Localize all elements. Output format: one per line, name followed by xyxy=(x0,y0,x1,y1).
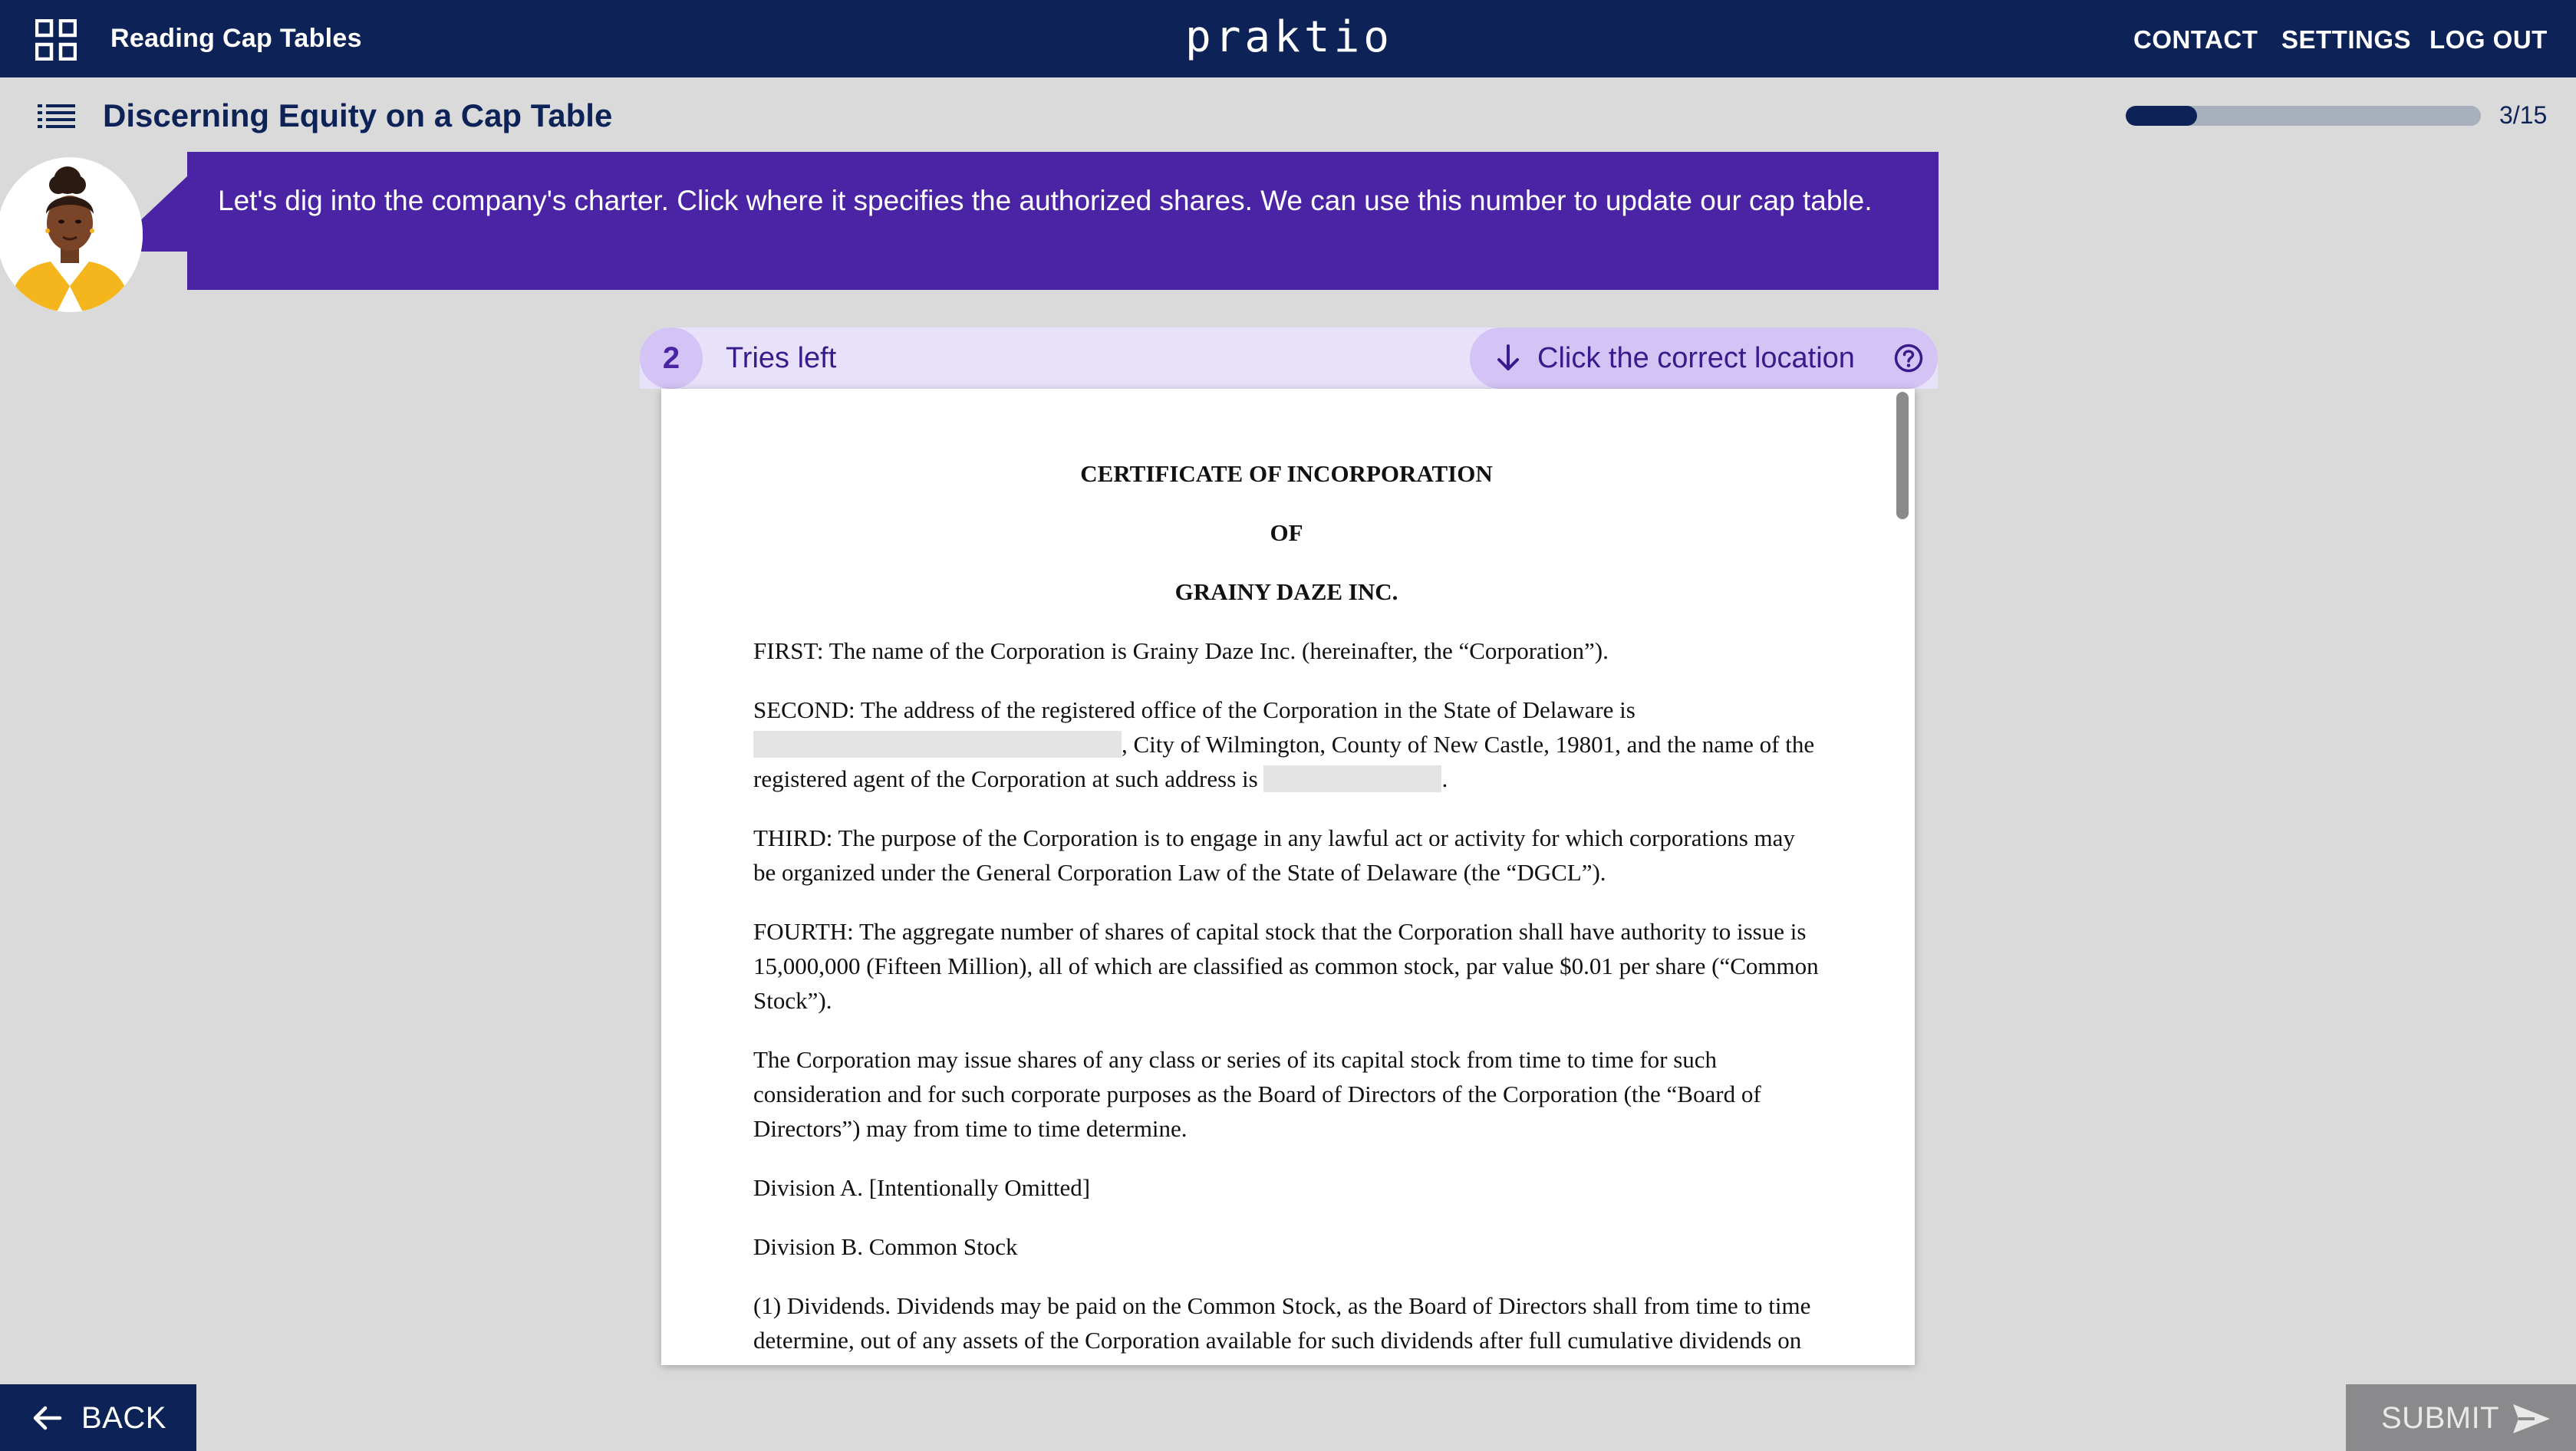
send-icon xyxy=(2513,1404,2550,1433)
attempts-bar: 2 Tries left Click the correct location xyxy=(640,327,1938,389)
article-second-text-a: SECOND: The address of the registered of… xyxy=(753,696,1636,723)
article-second-text-c: . xyxy=(1441,765,1448,792)
apps-grid-icon[interactable] xyxy=(35,19,77,61)
lesson-outline-list-icon[interactable] xyxy=(38,100,76,131)
task-hint-text: Click the correct location xyxy=(1537,342,1855,374)
arrow-left-icon xyxy=(33,1406,62,1430)
instruction-text: Let's dig into the company's charter. Cl… xyxy=(218,185,1873,216)
lesson-progress-count: 3/15 xyxy=(2499,101,2548,129)
article-second[interactable]: SECOND: The address of the registered of… xyxy=(753,693,1820,796)
praktio-logo[interactable]: praktio xyxy=(1185,0,1393,77)
help-question-icon[interactable] xyxy=(1893,343,1924,373)
redacted-address xyxy=(753,731,1122,758)
submit-button-label: SUBMIT xyxy=(2381,1401,2500,1435)
back-button-label: BACK xyxy=(81,1401,166,1435)
doc-title-line-1: CERTIFICATE OF INCORPORATION xyxy=(1080,460,1493,487)
doc-title-line-3: GRAINY DAZE INC. xyxy=(1174,578,1398,605)
app-title: Reading Cap Tables xyxy=(110,24,362,53)
submit-button[interactable]: SUBMIT xyxy=(2346,1384,2576,1451)
doc-title-line-2: OF xyxy=(1270,519,1303,546)
article-fourth-authorized-shares[interactable]: FOURTH: The aggregate number of shares o… xyxy=(753,914,1820,1018)
article-third[interactable]: THIRD: The purpose of the Corporation is… xyxy=(753,821,1820,890)
division-a-heading[interactable]: Division A. [Intentionally Omitted] xyxy=(753,1170,1820,1205)
document-scrollbar-thumb[interactable] xyxy=(1896,392,1909,519)
tries-left-count: 2 xyxy=(640,327,703,389)
task-hint-pill: Click the correct location xyxy=(1470,327,1938,389)
dividends-paragraph[interactable]: (1) Dividends. Dividends may be paid on … xyxy=(753,1288,1820,1365)
charter-document-viewer[interactable]: CERTIFICATE OF INCORPORATION OF GRAINY D… xyxy=(661,389,1915,1365)
stock-issuance-paragraph[interactable]: The Corporation may issue shares of any … xyxy=(753,1042,1820,1146)
top-nav-bar: Reading Cap Tables praktio CONTACT SETTI… xyxy=(0,0,2576,77)
lesson-progress-fill xyxy=(2126,106,2197,126)
lesson-progress-bar xyxy=(2126,106,2481,126)
charter-document-content: CERTIFICATE OF INCORPORATION OF GRAINY D… xyxy=(753,456,1820,1365)
article-first[interactable]: FIRST: The name of the Corporation is Gr… xyxy=(753,633,1820,668)
redacted-agent-name xyxy=(1263,765,1442,792)
tries-left-label: Tries left xyxy=(726,342,837,374)
guide-character-illustration xyxy=(0,160,143,311)
arrow-down-icon xyxy=(1497,344,1519,370)
instruction-speech-bubble: Let's dig into the company's charter. Cl… xyxy=(187,152,1939,290)
back-button[interactable]: BACK xyxy=(0,1384,196,1451)
lesson-header: Discerning Equity on a Cap Table 3/15 xyxy=(0,77,2576,153)
logout-link[interactable]: LOG OUT xyxy=(2429,0,2548,77)
division-b-heading[interactable]: Division B. Common Stock xyxy=(753,1229,1820,1264)
lesson-title: Discerning Equity on a Cap Table xyxy=(103,97,613,133)
settings-link[interactable]: SETTINGS xyxy=(2281,0,2411,77)
guide-avatar xyxy=(0,157,143,312)
contact-link[interactable]: CONTACT xyxy=(2133,0,2258,77)
